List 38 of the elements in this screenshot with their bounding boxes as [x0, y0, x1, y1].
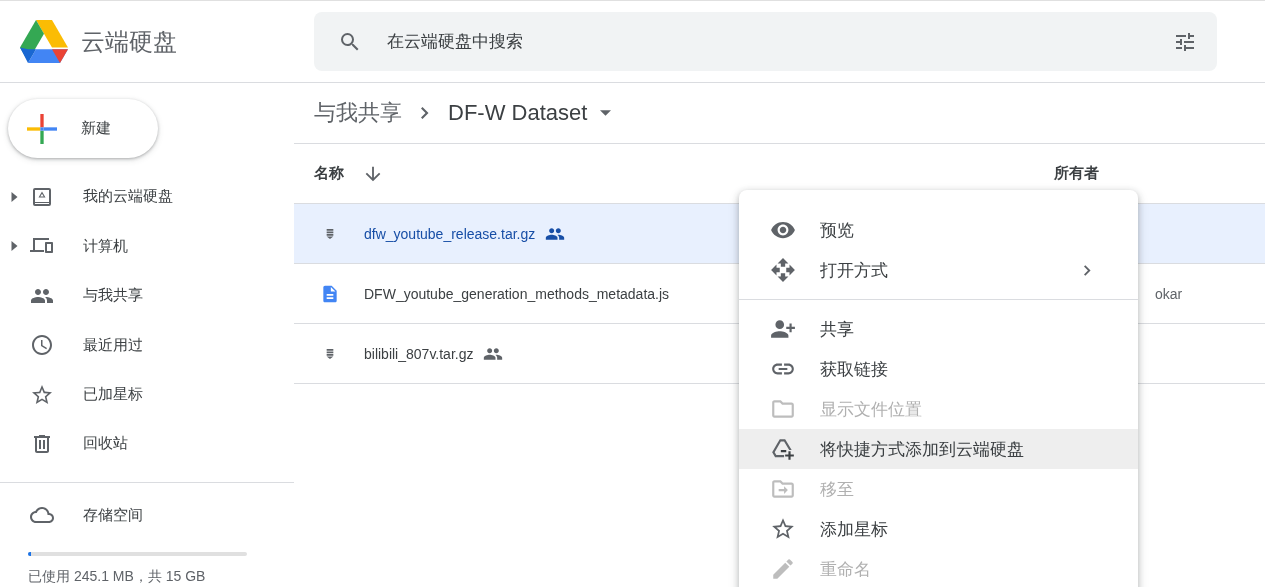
file-name: DFW_youtube_generation_methods_metadata.js — [364, 285, 670, 302]
menu-item[interactable]: 共享 — [739, 299, 1138, 349]
chevron-icon — [1084, 264, 1091, 276]
sidebar-item[interactable]: 我的云端硬盘 — [0, 172, 284, 222]
search-field[interactable]: 在云端硬盘中搜索 — [314, 12, 1217, 71]
breadcrumb-item[interactable]: 与我共享 — [314, 98, 402, 128]
sidebar-item[interactable]: 最近用过 — [0, 320, 284, 370]
sidebar-item[interactable]: 与我共享 — [0, 271, 284, 321]
sidebar-item[interactable]: 已加星标 — [0, 369, 284, 420]
four-arrows-icon — [770, 257, 796, 283]
sidebar-item[interactable]: 计算机 — [0, 221, 284, 272]
search-input[interactable]: 在云端硬盘中搜索 — [385, 30, 1173, 53]
document-icon — [320, 283, 340, 304]
app-title: 云端硬盘 — [81, 26, 177, 57]
menu-item[interactable]: 预览 — [739, 210, 1138, 250]
sidebar-item[interactable]: 回收站 — [0, 419, 284, 469]
dropdown-icon — [600, 110, 612, 116]
plus-icon — [27, 113, 57, 144]
clock-icon — [30, 333, 54, 358]
triangle-plus-icon — [770, 436, 796, 462]
chevron-icon — [421, 107, 429, 119]
menu-item[interactable]: 获取链接 — [739, 349, 1138, 389]
owner-name: okar — [1155, 285, 1183, 302]
column-header[interactable]: 名称 — [314, 164, 344, 183]
file-name: bilibili_807v.tar.gz — [364, 345, 474, 362]
logo-icon — [20, 20, 68, 63]
file-name: dfw_youtube_release.tar.gz — [364, 225, 536, 242]
column-header[interactable]: 所有者 — [1054, 164, 1099, 183]
star-icon — [770, 516, 796, 542]
new-button[interactable]: 新建 — [8, 99, 158, 159]
storage-item[interactable]: 存储空间 — [0, 490, 284, 540]
menu-item[interactable]: 将快捷方式添加到云端硬盘 — [739, 429, 1138, 469]
pencil-icon — [770, 556, 796, 582]
storage-usage-text: 已使用 245.1 MB，共 15 GB — [28, 567, 207, 586]
breadcrumb-item[interactable]: DF-W Dataset — [448, 100, 612, 126]
caret-icon[interactable] — [11, 191, 18, 202]
caret-icon[interactable] — [11, 241, 18, 252]
menu-item[interactable]: 添加星标 — [739, 509, 1138, 549]
